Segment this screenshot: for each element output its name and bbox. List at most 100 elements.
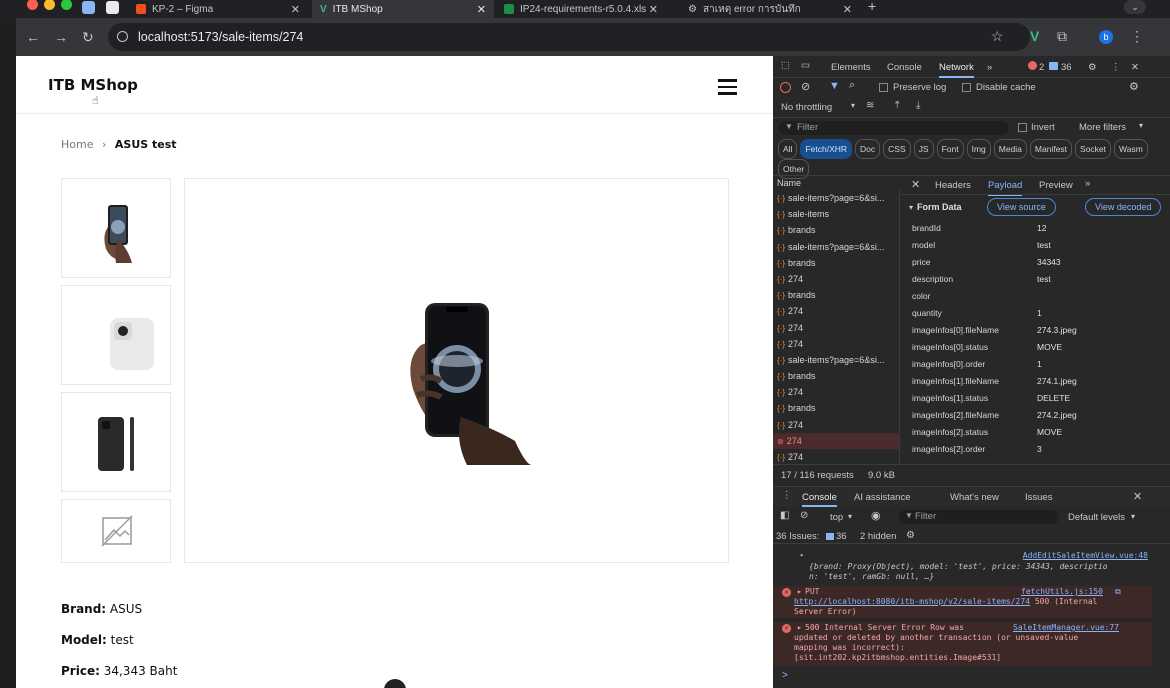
drawer-menu-icon[interactable]: ⋮ xyxy=(782,490,792,501)
request-row[interactable]: {·} 274 xyxy=(773,384,899,400)
type-filter-media[interactable]: Media xyxy=(993,139,1027,159)
site-logo[interactable]: ITB MShop xyxy=(48,76,138,94)
type-filter-socket[interactable]: Socket xyxy=(1075,139,1112,159)
back-arrow-icon[interactable]: ← xyxy=(26,28,40,46)
request-row[interactable]: {·} sale-items?page=6&si... xyxy=(773,239,899,255)
tab-console[interactable]: Console xyxy=(887,62,922,73)
settings-gear-icon[interactable]: ⚙ xyxy=(1088,62,1097,73)
console-prompt[interactable]: > xyxy=(782,670,788,681)
request-row[interactable]: {·} sale-items xyxy=(773,206,899,222)
url-bar[interactable]: localhost:5173/sale-items/274 xyxy=(108,23,1030,51)
tab-group-icon-2[interactable] xyxy=(106,1,119,14)
filter-input[interactable]: Filter xyxy=(779,121,1009,135)
import-har-icon[interactable]: ⤒ xyxy=(895,100,899,111)
type-filter-font[interactable]: Font xyxy=(936,139,964,159)
close-tab-icon[interactable]: ✕ xyxy=(291,3,300,16)
network-conditions-icon[interactable]: ≋ xyxy=(866,100,874,111)
tab-preview[interactable]: Preview xyxy=(1039,180,1073,191)
request-row[interactable]: {·} 274 xyxy=(773,271,899,287)
error-count[interactable]: 2 xyxy=(1039,62,1044,73)
type-filter-fetch-xhr[interactable]: Fetch/XHR xyxy=(800,139,853,159)
close-tab-icon[interactable]: ✕ xyxy=(843,3,852,16)
request-row[interactable]: {·} sale-items?page=6&si... xyxy=(773,352,899,368)
more-detail-tabs-icon[interactable]: » xyxy=(1085,178,1090,189)
maximize-window-dot[interactable] xyxy=(61,0,72,10)
type-filter-img[interactable]: Img xyxy=(966,139,991,159)
error-source-link[interactable]: SaleItemManager.vue:77 xyxy=(1013,623,1119,633)
request-row[interactable]: {·} brands xyxy=(773,255,899,271)
thumbnail-1[interactable] xyxy=(61,178,171,278)
log-levels-select[interactable]: Default levels xyxy=(1068,512,1125,523)
browser-menu-icon[interactable]: ⋮ xyxy=(1130,28,1144,45)
drawer-tab-console[interactable]: Console xyxy=(802,492,837,507)
close-window-dot[interactable] xyxy=(27,0,38,10)
tab-figma[interactable]: KP-2 – Figma ✕ xyxy=(128,0,308,18)
live-expression-eye-icon[interactable]: ◉ xyxy=(871,509,881,522)
tab-network[interactable]: Network xyxy=(939,62,974,78)
context-select[interactable]: top xyxy=(830,512,843,523)
tab-search-icon[interactable]: ⌄ xyxy=(1124,0,1146,14)
forward-arrow-icon[interactable]: → xyxy=(54,28,68,46)
more-filters-dropdown-icon[interactable]: ▾ xyxy=(1139,121,1143,130)
drawer-tab-issues[interactable]: Issues xyxy=(1025,492,1052,503)
close-detail-icon[interactable]: ✕ xyxy=(911,178,920,191)
request-row[interactable]: {·} 274 xyxy=(773,320,899,336)
device-toolbar-icon[interactable]: ▭ xyxy=(801,60,810,71)
more-filters-button[interactable]: More filters xyxy=(1079,122,1126,133)
type-filter-all[interactable]: All xyxy=(778,139,798,159)
context-dropdown-icon[interactable]: ▾ xyxy=(848,512,852,521)
export-har-icon[interactable]: ⤓ xyxy=(916,100,920,111)
hamburger-menu-icon[interactable] xyxy=(718,79,737,95)
type-filter-doc[interactable]: Doc xyxy=(855,139,881,159)
disable-cache-checkbox[interactable] xyxy=(962,83,971,92)
bookmark-star-icon[interactable]: ☆ xyxy=(991,28,1004,45)
tab-headers[interactable]: Headers xyxy=(935,180,971,191)
reload-icon[interactable]: ↻ xyxy=(82,28,94,46)
record-icon[interactable] xyxy=(780,82,791,93)
put-source-link[interactable]: fetchUtils.js:150 xyxy=(1021,587,1103,597)
close-drawer-icon[interactable]: ✕ xyxy=(1133,490,1142,503)
clear-icon[interactable]: ⊘ xyxy=(801,80,810,93)
vue-devtools-extension-icon[interactable]: V xyxy=(1030,28,1039,44)
issue-count[interactable]: 36 xyxy=(1061,62,1072,73)
log-levels-dropdown-icon[interactable]: ▾ xyxy=(1131,512,1135,521)
put-url-link[interactable]: http://localhost:8080/itb-mshop/v2/sale-… xyxy=(794,597,1030,606)
log-source-link[interactable]: AddEditSaleItemView.vue:48 xyxy=(1023,551,1148,561)
expand-triangle-icon[interactable]: ▸ xyxy=(797,587,802,597)
close-devtools-icon[interactable]: ✕ xyxy=(1131,62,1139,73)
request-row[interactable]: {·} brands xyxy=(773,222,899,238)
console-sidebar-icon[interactable]: ◧ xyxy=(780,510,789,521)
request-row[interactable]: {·} brands xyxy=(773,368,899,384)
floating-button[interactable] xyxy=(384,679,406,688)
network-settings-icon[interactable]: ⚙ xyxy=(1129,80,1139,93)
devtools-menu-icon[interactable]: ⋮ xyxy=(1111,62,1121,73)
preserve-log-checkbox[interactable] xyxy=(879,83,888,92)
request-row[interactable]: {·} 274 xyxy=(773,449,899,465)
view-decoded-button[interactable]: View decoded xyxy=(1085,198,1162,216)
request-row[interactable]: ⊗ 274 xyxy=(773,432,899,449)
tab-requirements[interactable]: IP24-requirements-r5.0.4.xls ✕ xyxy=(496,0,666,18)
search-icon[interactable]: ⌕ xyxy=(849,79,855,92)
inspect-element-icon[interactable]: ⬚ xyxy=(781,60,790,71)
request-row[interactable]: {·} 274 xyxy=(773,336,899,352)
thumbnail-3[interactable] xyxy=(61,392,171,492)
extensions-icon[interactable]: ⧉ xyxy=(1057,28,1067,45)
tab-elements[interactable]: Elements xyxy=(831,62,871,73)
tab-group-icon[interactable] xyxy=(82,1,95,14)
type-filter-js[interactable]: JS xyxy=(913,139,934,159)
breadcrumb-home[interactable]: Home xyxy=(61,138,93,151)
thumbnail-4-broken-image[interactable] xyxy=(61,499,171,563)
drawer-tab-whats-new[interactable]: What's new xyxy=(950,492,999,503)
tab-itb-mshop[interactable]: V ITB MShop ✕ xyxy=(312,0,494,18)
request-row[interactable]: {·} 274 xyxy=(773,303,899,319)
type-filter-wasm[interactable]: Wasm xyxy=(1114,139,1148,159)
view-source-button[interactable]: View source xyxy=(987,198,1056,216)
name-column-header[interactable]: Name xyxy=(777,178,801,188)
tab-error-cause[interactable]: ⚙ สาเหตุ error การบันทึก ✕ xyxy=(680,0,860,18)
console-filter-input[interactable]: Filter xyxy=(899,510,1059,524)
thumbnail-2[interactable] xyxy=(61,285,171,385)
type-filter-manifest[interactable]: Manifest xyxy=(1029,139,1073,159)
filter-funnel-icon[interactable]: ▼ xyxy=(829,80,840,92)
console-clear-icon[interactable]: ⊘ xyxy=(800,510,808,521)
console-settings-icon[interactable]: ⚙ xyxy=(906,530,915,541)
